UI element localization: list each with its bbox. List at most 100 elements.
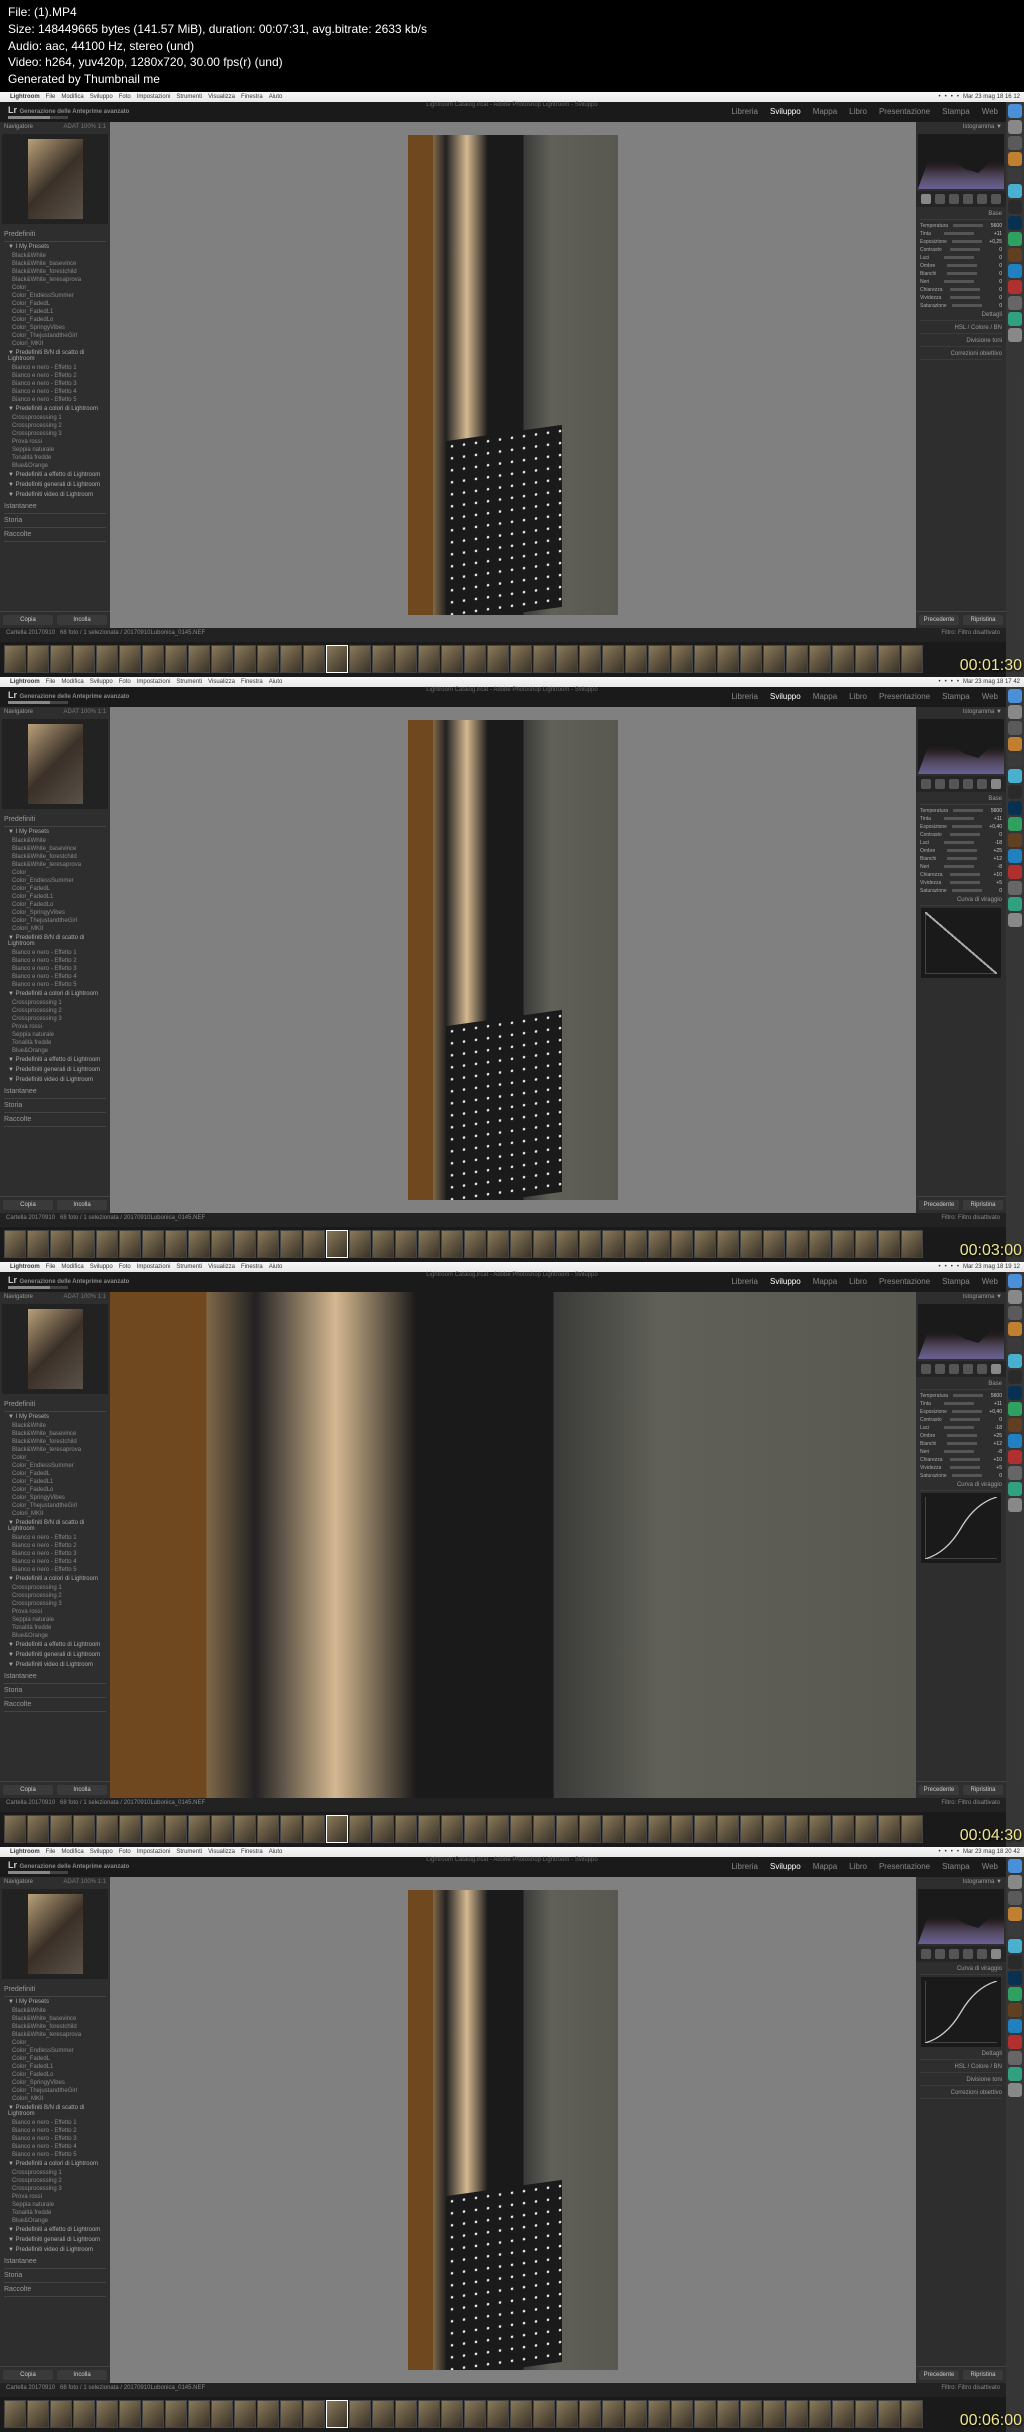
slider-track[interactable] bbox=[944, 1426, 974, 1429]
radial-tool[interactable] bbox=[977, 1949, 987, 1959]
filmstrip-thumb[interactable] bbox=[717, 1815, 739, 1843]
filmstrip-thumb[interactable] bbox=[4, 1815, 26, 1843]
slider-exposure[interactable]: Esposizione+0,40 bbox=[920, 1408, 1002, 1416]
preset-item[interactable]: Bianco e nero - Effetto 1 bbox=[4, 1534, 106, 1542]
filmstrip-thumb[interactable] bbox=[119, 1230, 141, 1258]
dock-app-icon[interactable] bbox=[1008, 721, 1022, 735]
module-mappa[interactable]: Mappa bbox=[813, 1862, 837, 1871]
filter-label[interactable]: Filtro: Filtro disattivato bbox=[941, 1800, 1000, 1810]
filmstrip-thumb[interactable] bbox=[96, 1815, 118, 1843]
preset-item[interactable]: Color_FadedL bbox=[4, 2055, 106, 2063]
filmstrip-thumb[interactable] bbox=[96, 2400, 118, 2428]
preset-item[interactable]: Bianco e nero - Effetto 3 bbox=[4, 2135, 106, 2143]
filmstrip-thumb[interactable] bbox=[671, 645, 693, 673]
filmstrip-thumb[interactable] bbox=[234, 2400, 256, 2428]
preset-group[interactable]: ▼ Predefiniti video di Lightroom bbox=[4, 490, 106, 500]
presets-header[interactable]: Predefiniti bbox=[4, 1398, 106, 1412]
dock-app-icon[interactable] bbox=[1008, 1322, 1022, 1336]
filmstrip-thumb[interactable] bbox=[349, 2400, 371, 2428]
navigator-zoom[interactable]: ADAT 100% 1:1 bbox=[64, 1879, 106, 1885]
slider-blacks[interactable]: Neri0 bbox=[920, 278, 1002, 286]
menu-item[interactable]: File bbox=[46, 679, 56, 685]
module-stampa[interactable]: Stampa bbox=[942, 107, 970, 116]
slider-saturation[interactable]: Saturazione0 bbox=[920, 302, 1002, 310]
filmstrip-thumb[interactable] bbox=[763, 2400, 785, 2428]
filmstrip-thumb[interactable] bbox=[648, 1230, 670, 1258]
filmstrip-thumb[interactable] bbox=[648, 1815, 670, 1843]
dock-app-icon[interactable] bbox=[1008, 865, 1022, 879]
preset-group[interactable]: ▼ Predefiniti a colori di Lightroom bbox=[4, 989, 106, 999]
wifi-icon[interactable]: • bbox=[939, 94, 941, 100]
menu-item[interactable]: Modifica bbox=[61, 679, 83, 685]
filmstrip-thumb[interactable] bbox=[165, 2400, 187, 2428]
precedente-button[interactable]: Precedente bbox=[919, 1200, 959, 1210]
filmstrip-thumb[interactable] bbox=[717, 645, 739, 673]
redeye-tool[interactable] bbox=[949, 1949, 959, 1959]
dock-app-icon[interactable] bbox=[1008, 881, 1022, 895]
filmstrip-thumb[interactable] bbox=[901, 1230, 923, 1258]
filmstrip-thumb[interactable] bbox=[464, 1815, 486, 1843]
slider-track[interactable] bbox=[947, 272, 977, 275]
redeye-tool[interactable] bbox=[949, 194, 959, 204]
filmstrip-thumb[interactable] bbox=[510, 1230, 532, 1258]
preset-item[interactable]: Prova rossi bbox=[4, 1608, 106, 1616]
filmstrip[interactable] bbox=[0, 1227, 1006, 1262]
preset-item[interactable]: Tonalità fredde bbox=[4, 2209, 106, 2217]
panel-section-header[interactable]: Storia bbox=[4, 1099, 106, 1113]
slider-clarity[interactable]: Chiarezza0 bbox=[920, 286, 1002, 294]
filmstrip-thumb[interactable] bbox=[303, 645, 325, 673]
module-libro[interactable]: Libro bbox=[849, 692, 867, 701]
dock-app-icon[interactable] bbox=[1008, 1987, 1022, 2001]
volume-icon[interactable]: • bbox=[951, 94, 953, 100]
filmstrip-thumb[interactable] bbox=[372, 645, 394, 673]
filmstrip-thumb[interactable] bbox=[740, 1815, 762, 1843]
battery-icon[interactable]: • bbox=[957, 94, 959, 100]
filter-label[interactable]: Filtro: Filtro disattivato bbox=[941, 1215, 1000, 1225]
panel-section-header[interactable]: Storia bbox=[4, 1684, 106, 1698]
module-libreria[interactable]: Libreria bbox=[731, 1277, 758, 1286]
preset-item[interactable]: Crossprocessing 1 bbox=[4, 414, 106, 422]
dock-app-icon[interactable] bbox=[1008, 1939, 1022, 1953]
preset-group[interactable]: ▼ I My Presets bbox=[4, 1997, 106, 2007]
preset-item[interactable]: Color_SpringyVibes bbox=[4, 2079, 106, 2087]
presets-header[interactable]: Predefiniti bbox=[4, 1983, 106, 1997]
filmstrip-thumb[interactable] bbox=[349, 1815, 371, 1843]
dock-app-icon[interactable] bbox=[1008, 737, 1022, 751]
menu-item[interactable]: Sviluppo bbox=[90, 94, 113, 100]
panel-section-header[interactable]: Raccolte bbox=[4, 1113, 106, 1127]
preset-group[interactable]: ▼ Predefiniti video di Lightroom bbox=[4, 1075, 106, 1085]
navigator-zoom[interactable]: ADAT 100% 1:1 bbox=[64, 1294, 106, 1300]
dock-app-icon[interactable] bbox=[1008, 1290, 1022, 1304]
image-canvas[interactable] bbox=[110, 122, 916, 628]
filmstrip-thumb[interactable] bbox=[50, 645, 72, 673]
menu-item[interactable]: Impostazioni bbox=[137, 94, 171, 100]
ripristina-button[interactable]: Ripristina bbox=[963, 1200, 1003, 1210]
preset-item[interactable]: Bianco e nero - Effetto 5 bbox=[4, 981, 106, 989]
filmstrip-thumb[interactable] bbox=[625, 1230, 647, 1258]
slider-temp[interactable]: Temperatura5600 bbox=[920, 1392, 1002, 1400]
section-header[interactable]: Dettagli bbox=[920, 2049, 1002, 2060]
filmstrip-thumb[interactable] bbox=[786, 645, 808, 673]
menu-item[interactable]: Visualizza bbox=[208, 1264, 235, 1270]
navigator-zoom[interactable]: ADAT 100% 1:1 bbox=[64, 709, 106, 715]
preset-item[interactable]: Prova rossi bbox=[4, 1023, 106, 1031]
filmstrip-thumb[interactable] bbox=[809, 2400, 831, 2428]
slider-track[interactable] bbox=[950, 248, 980, 251]
module-mappa[interactable]: Mappa bbox=[813, 692, 837, 701]
slider-tint[interactable]: Tinta+11 bbox=[920, 815, 1002, 823]
histogram[interactable] bbox=[918, 1304, 1004, 1359]
preset-item[interactable]: Color_EndlessSummer bbox=[4, 1462, 106, 1470]
dock-app-icon[interactable] bbox=[1008, 785, 1022, 799]
preset-item[interactable]: Color_ bbox=[4, 284, 106, 292]
preset-group[interactable]: ▼ I My Presets bbox=[4, 1412, 106, 1422]
dock-app-icon[interactable] bbox=[1008, 897, 1022, 911]
bluetooth-icon[interactable]: • bbox=[945, 1264, 947, 1270]
filter-label[interactable]: Filtro: Filtro disattivato bbox=[941, 2385, 1000, 2395]
slider-track[interactable] bbox=[944, 232, 974, 235]
slider-track[interactable] bbox=[950, 833, 980, 836]
filmstrip-thumb[interactable] bbox=[418, 1815, 440, 1843]
module-libreria[interactable]: Libreria bbox=[731, 692, 758, 701]
preset-item[interactable]: Black&White_teresaprova bbox=[4, 276, 106, 284]
filmstrip-thumb[interactable] bbox=[786, 1815, 808, 1843]
slider-contrast[interactable]: Contrasto0 bbox=[920, 1416, 1002, 1424]
